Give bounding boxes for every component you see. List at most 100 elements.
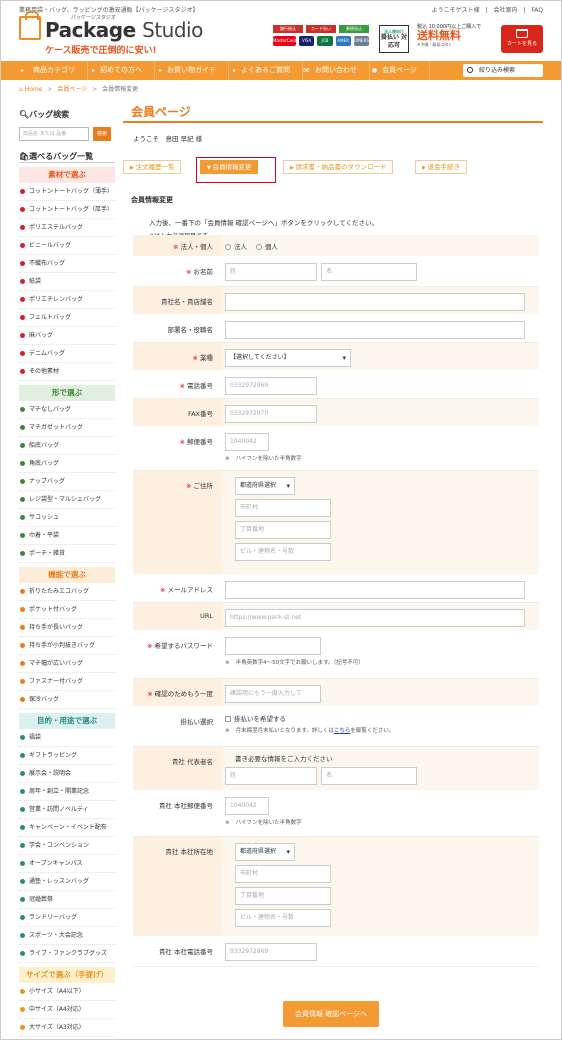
sidebar-item[interactable]: マチ幅が広いバッグ <box>19 655 115 673</box>
sidebar-item[interactable]: 麻バッグ <box>19 327 115 345</box>
sidebar-item[interactable]: 持ち手が小判抜きバッグ <box>19 637 115 655</box>
sidebar-item[interactable]: ライブ・ファンクラブグッズ <box>19 945 115 963</box>
sidebar-item[interactable]: ビニールバッグ <box>19 237 115 255</box>
type-corporate-option[interactable]: 法人 <box>225 243 247 251</box>
sidebar-item[interactable]: 保冷バッグ <box>19 691 115 709</box>
nav-first-time[interactable]: 初めての方へ <box>88 61 155 80</box>
sidebar-item[interactable]: 大サイズ（A3対応） <box>19 1019 115 1037</box>
bag-search-input[interactable]: 商品名 または 品番 <box>19 127 89 141</box>
sidebar-item[interactable]: フェルトバッグ <box>19 309 115 327</box>
rep-last-name-input[interactable]: 姓 <box>225 767 317 785</box>
sidebar-item[interactable]: マチガゼットバッグ <box>19 419 115 437</box>
kake-checkbox[interactable] <box>225 716 231 722</box>
tab-order-history[interactable]: 注文履歴一覧 <box>123 160 182 174</box>
type-personal-option[interactable]: 個人 <box>255 243 278 251</box>
faq-link[interactable]: FAQ <box>531 7 543 14</box>
sidebar-item[interactable]: 中サイズ（A4対応） <box>19 1001 115 1019</box>
sidebar-item[interactable]: その他素材 <box>19 363 115 381</box>
bag-logo-icon[interactable] <box>19 11 41 40</box>
hq-phone-input[interactable]: 0332972969 <box>225 943 317 961</box>
sidebar-item[interactable]: レジ袋型・マルシェバッグ <box>19 491 115 509</box>
sidebar-item[interactable]: 持ち手が長いバッグ <box>19 619 115 637</box>
breadcrumb-parent[interactable]: 会員ページ <box>57 86 87 93</box>
sidebar-item[interactable]: 冠婚葬祭 <box>19 891 115 909</box>
city-input[interactable]: 市町村 <box>235 499 331 517</box>
sidebar-item[interactable]: 小サイズ（A4以下） <box>19 983 115 1001</box>
row-name: ※ お名前 姓 名 <box>133 257 539 287</box>
breadcrumb-home[interactable]: Home <box>25 86 43 93</box>
sidebar-item[interactable]: 角底バッグ <box>19 455 115 473</box>
sidebar-item[interactable]: 巾着・平袋 <box>19 527 115 545</box>
sidebar-item[interactable]: スポーツ・大会記念 <box>19 927 115 945</box>
nav-categories[interactable]: 商品カテゴリ <box>17 61 88 80</box>
search-icon <box>467 67 473 73</box>
last-name-input[interactable]: 姓 <box>225 263 317 281</box>
kake-detail-link[interactable]: こちら <box>334 728 351 734</box>
email-input[interactable] <box>225 581 525 599</box>
hq-zip-input[interactable]: 1040042 <box>225 797 269 815</box>
sidebar-item[interactable]: コットントートバッグ（薄手） <box>19 183 115 201</box>
url-input[interactable]: https://www.pack-st.net <box>225 609 525 627</box>
sidebar-item[interactable]: ファスナー付バッグ <box>19 673 115 691</box>
site-logo[interactable]: Package Studio <box>45 18 203 42</box>
industry-select[interactable]: 【選択してください】 <box>225 349 351 367</box>
row-dept: 部署名・役職名 <box>133 315 539 343</box>
radio-corporate[interactable] <box>225 244 231 250</box>
sidebar-item[interactable]: キャンペーン・イベント配布 <box>19 819 115 837</box>
fax-input[interactable]: 0332972970 <box>225 405 317 423</box>
sidebar-item[interactable]: マチなしバッグ <box>19 401 115 419</box>
sidebar-item[interactable]: 周年・創立・開業記念 <box>19 783 115 801</box>
sidebar-item[interactable]: 展示会・説明会 <box>19 765 115 783</box>
hq-building-input[interactable]: ビル・建物名・号数 <box>235 909 331 927</box>
sidebar-item[interactable]: 不織布バッグ <box>19 255 115 273</box>
sidebar-item[interactable]: ギフトラッピング <box>19 747 115 765</box>
sidebar-item[interactable]: ポケット付バッグ <box>19 601 115 619</box>
nav-member-page[interactable]: 会員ページ <box>370 61 430 80</box>
hq-prefecture-select[interactable]: 都道府県選択 <box>235 843 295 861</box>
hq-street-input[interactable]: 丁目番地 <box>235 887 331 905</box>
password-input[interactable] <box>225 637 321 655</box>
sidebar-item[interactable]: 通塾・レッスンバッグ <box>19 873 115 891</box>
sidebar-item[interactable]: コットントートバッグ（厚手） <box>19 201 115 219</box>
nav-contact[interactable]: お問い合わせ <box>303 61 370 80</box>
sidebar-item[interactable]: 船底バッグ <box>19 437 115 455</box>
sidebar-item[interactable]: ポリエチレンバッグ <box>19 291 115 309</box>
welcome-guest-link[interactable]: ようこそゲスト様 <box>432 7 480 14</box>
nav-shopping-guide[interactable]: お買い物ガイド <box>155 61 229 80</box>
dept-input[interactable] <box>225 321 525 339</box>
sidebar-item[interactable]: ポリエステルバッグ <box>19 219 115 237</box>
phone-input[interactable]: 0332972969 <box>225 377 317 395</box>
hq-phone-label: 貴社 本社電話番号 <box>133 937 221 966</box>
sidebar-item[interactable]: 学会・コンベンション <box>19 837 115 855</box>
sidebar-item[interactable]: デニムバッグ <box>19 345 115 363</box>
refine-search-button[interactable]: 絞り込み検索 <box>463 64 543 77</box>
nav-faq[interactable]: よくあるご質問 <box>229 61 303 80</box>
sidebar-item[interactable]: ポーチ・雑貨 <box>19 545 115 563</box>
rep-first-name-input[interactable]: 名 <box>321 767 418 785</box>
zip-input[interactable]: 1040042 <box>225 433 269 451</box>
sidebar-item[interactable]: 福袋 <box>19 729 115 747</box>
sidebar-item[interactable]: 折りたたみエコバッグ <box>19 583 115 601</box>
sidebar-item[interactable]: 紙袋 <box>19 273 115 291</box>
sidebar-item[interactable]: ランドリーバッグ <box>19 909 115 927</box>
radio-personal[interactable] <box>255 244 262 250</box>
bag-search-button[interactable]: 検索 <box>93 127 111 141</box>
confirm-submit-button[interactable]: 会員情報 確認ページへ <box>283 1001 379 1027</box>
password-confirm-input[interactable]: 確認用にもう一度入力して <box>225 685 321 703</box>
tab-withdraw[interactable]: 退会手続き <box>415 160 467 174</box>
tab-invoice-download[interactable]: 請求書・納品書のダウンロード <box>283 160 394 174</box>
company-input[interactable] <box>225 293 525 311</box>
view-cart-button[interactable]: カートを見る <box>501 25 543 53</box>
company-link[interactable]: 会社案内 <box>493 7 517 14</box>
sidebar: 🔍︎バッグ検索 商品名 または 品番 検索 🛍︎選べるバッグ一覧 素材で選ぶ コッ… <box>19 109 115 1037</box>
prefecture-select[interactable]: 都道府県選択 <box>235 477 295 495</box>
building-input[interactable]: ビル・建物名・号数 <box>235 543 331 561</box>
first-name-input[interactable]: 名 <box>321 263 418 281</box>
hq-city-input[interactable]: 市町村 <box>235 865 331 883</box>
sidebar-item[interactable]: サコッシュ <box>19 509 115 527</box>
sidebar-item[interactable]: 営業・訪問ノベルティ <box>19 801 115 819</box>
sidebar-item[interactable]: オープンキャンパス <box>19 855 115 873</box>
sidebar-item[interactable]: ナップバッグ <box>19 473 115 491</box>
kake-option[interactable]: 掛払いを希望する <box>225 713 539 723</box>
street-input[interactable]: 丁目番地 <box>235 521 331 539</box>
